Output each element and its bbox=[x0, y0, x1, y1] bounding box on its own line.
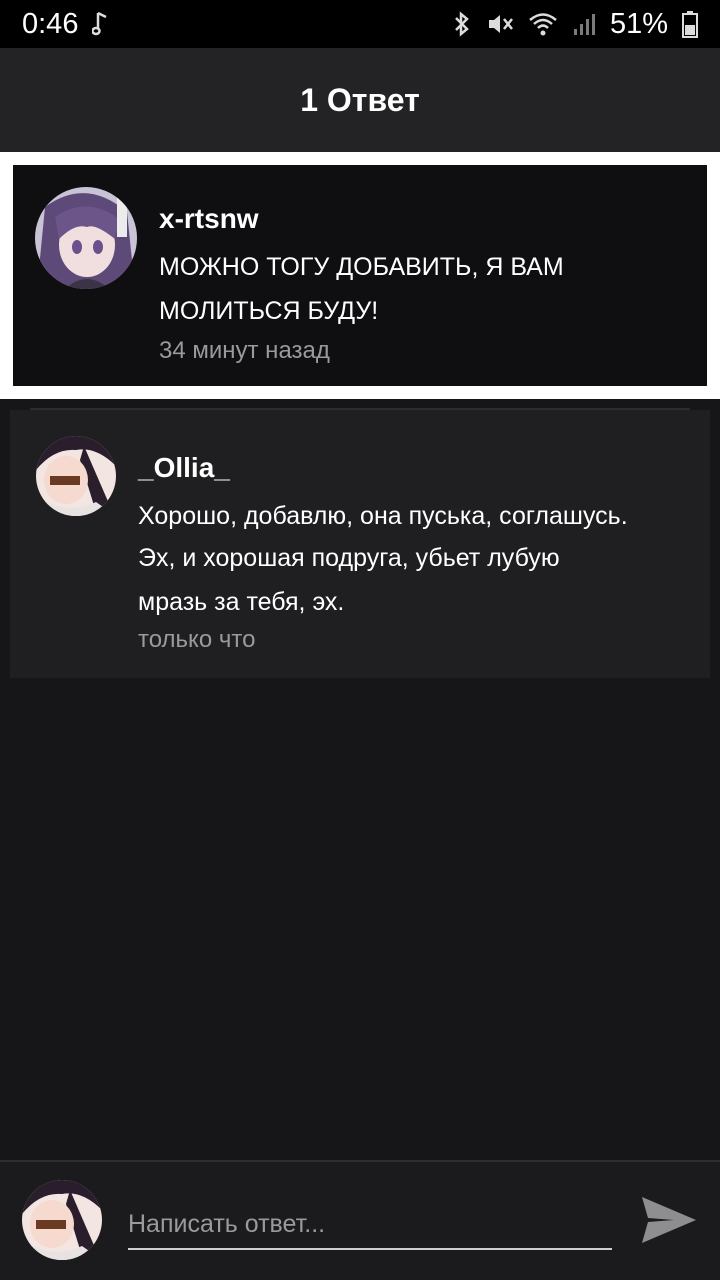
reply-input[interactable] bbox=[128, 1200, 612, 1250]
comment-timestamp: 34 минут назад bbox=[159, 337, 330, 364]
send-icon bbox=[640, 1195, 698, 1250]
music-note-icon bbox=[92, 11, 110, 37]
send-button[interactable] bbox=[636, 1192, 702, 1252]
status-bar: 0:46 51% bbox=[0, 0, 720, 48]
battery-icon bbox=[682, 10, 698, 38]
root-comment[interactable]: x-rtsnw МОЖНО ТОГУ ДОБАВИТЬ, Я ВАМ МОЛИТ… bbox=[10, 162, 710, 389]
reply-composer bbox=[0, 1160, 720, 1280]
page-title: 1 Ответ bbox=[300, 81, 420, 118]
bluetooth-icon bbox=[452, 11, 472, 37]
reply-text-line-2: Эх, и хорошая подруга, убьет лубую bbox=[138, 544, 560, 572]
reply-text-line-1: Хорошо, добавлю, она пуська, соглашусь. bbox=[138, 502, 628, 530]
reply-timestamp: только что bbox=[138, 626, 256, 653]
header: 1 Ответ bbox=[0, 48, 720, 152]
reply-comment[interactable]: _Ollia_ Хорошо, добавлю, она пуська, сог… bbox=[10, 410, 710, 678]
wifi-icon bbox=[528, 11, 558, 37]
mute-icon bbox=[486, 11, 514, 37]
signal-icon bbox=[572, 11, 596, 37]
status-time: 0:46 bbox=[22, 7, 79, 40]
comment-username[interactable]: x-rtsnw bbox=[159, 203, 259, 235]
avatar[interactable] bbox=[35, 187, 137, 289]
comment-text-line-2: МОЛИТЬСЯ БУДУ! bbox=[159, 297, 379, 325]
avatar[interactable] bbox=[36, 436, 116, 516]
avatar bbox=[22, 1180, 102, 1260]
reply-text-line-3: мразь за тебя, эх. bbox=[138, 588, 345, 616]
comment-text-line-1: МОЖНО ТОГУ ДОБАВИТЬ, Я ВАМ bbox=[159, 253, 564, 281]
root-comment-highlight: x-rtsnw МОЖНО ТОГУ ДОБАВИТЬ, Я ВАМ МОЛИТ… bbox=[0, 152, 720, 399]
battery-percent: 51% bbox=[609, 7, 668, 40]
reply-username[interactable]: _Ollia_ bbox=[138, 452, 230, 484]
